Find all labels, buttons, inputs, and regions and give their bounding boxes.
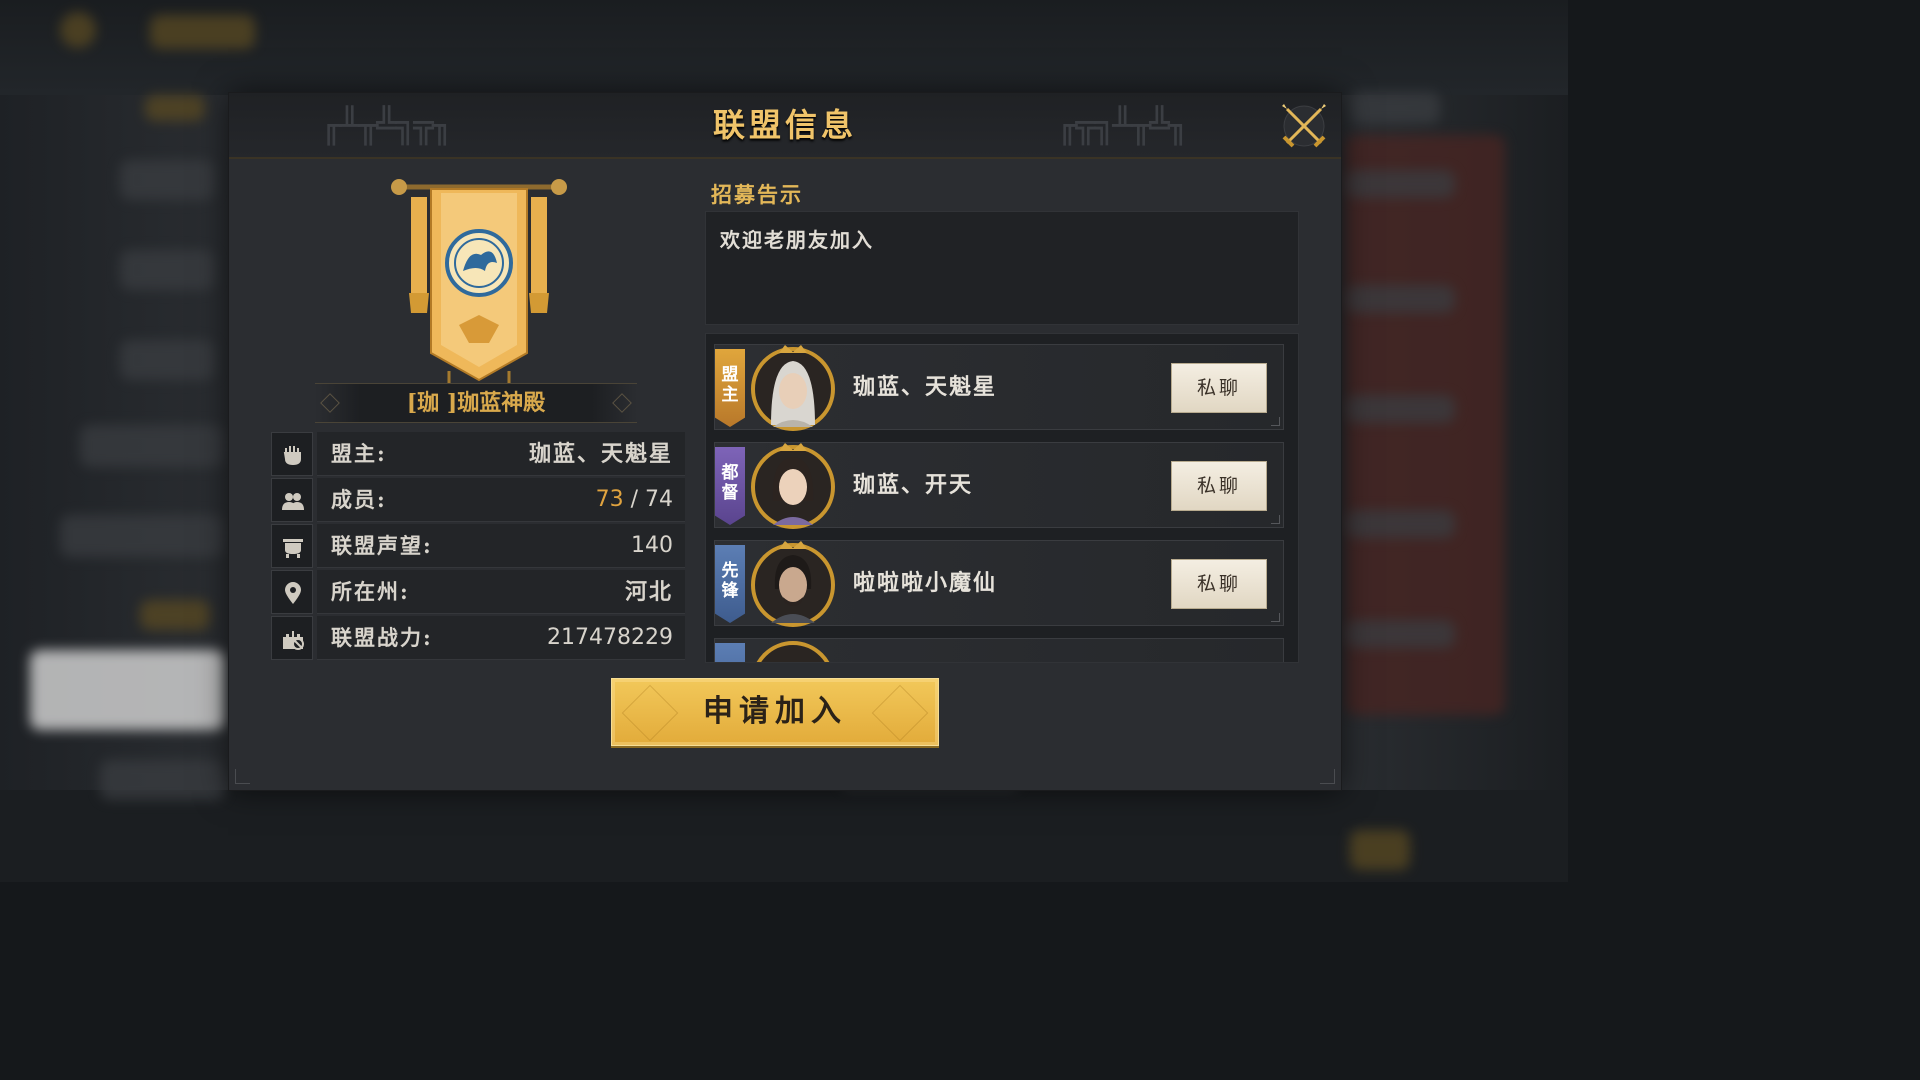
info-row-province: 所在州: 河北 xyxy=(271,570,685,614)
info-row-power: 联盟战力: 217478229 xyxy=(271,616,685,660)
member-name: 珈蓝、天魁星 xyxy=(853,374,998,400)
private-chat-button[interactable]: 私聊 xyxy=(1171,363,1267,413)
background-blur-shape xyxy=(150,15,255,49)
leader-label: 盟主: xyxy=(331,441,387,466)
cauldron-icon xyxy=(271,524,313,568)
info-body: 联盟战力: 217478229 xyxy=(317,616,685,660)
alliance-name-plate: [珈 ]珈蓝神殿 xyxy=(315,383,637,423)
crossed-swords-close-icon xyxy=(1282,104,1326,148)
member-count: 73 / 74 xyxy=(596,478,673,522)
dialog-corner-ornament xyxy=(235,769,250,784)
row-corner-ornament xyxy=(1271,613,1280,622)
background-blur-shape xyxy=(80,425,225,467)
background-blur-shape xyxy=(1345,170,1455,198)
members-icon xyxy=(271,478,313,522)
private-chat-button[interactable]: 私聊 xyxy=(1171,559,1267,609)
alliance-name: [珈 ]珈蓝神殿 xyxy=(406,390,546,416)
member-count-separator: / xyxy=(623,487,645,512)
member-name: 珈蓝、开天 xyxy=(853,472,974,498)
member-row: 先锋 啦啦啦小魔仙 私聊 xyxy=(714,539,1284,627)
province-value: 河北 xyxy=(624,579,673,605)
background-bottom-bar xyxy=(0,790,1568,882)
recruit-notice-box: 欢迎老朋友加入 xyxy=(705,211,1299,325)
title-bar: ╓╨╥╩╗╦╖ ╓╦╗╨╥╩╖ 联盟信息 xyxy=(229,93,1341,159)
background-blur-shape xyxy=(145,95,205,121)
background-blur-shape xyxy=(60,12,96,48)
background-blur-shape xyxy=(100,760,225,800)
background-blur-shape xyxy=(60,515,225,557)
location-pin-icon xyxy=(271,570,313,614)
info-body: 成员: 73 / 74 xyxy=(317,478,685,522)
background-blur-shape xyxy=(1345,620,1455,648)
member-avatar xyxy=(749,343,837,431)
rank-tag-vanguard: 先锋 xyxy=(715,545,745,623)
member-row: 盟主 珈蓝、天魁星 私聊 xyxy=(714,343,1284,431)
info-row-prestige: 联盟声望: 140 xyxy=(271,524,685,568)
background-blur-shape xyxy=(1350,830,1410,870)
rank-tag-commander: 都督 xyxy=(715,447,745,525)
row-corner-ornament xyxy=(1271,417,1280,426)
background-blur-shape xyxy=(30,650,225,730)
power-value: 217478229 xyxy=(547,625,673,650)
member-avatar xyxy=(749,637,837,662)
close-button[interactable] xyxy=(1279,101,1329,151)
leader-value: 珈蓝、天魁星 xyxy=(528,441,673,467)
alliance-info-dialog: ╓╨╥╩╗╦╖ ╓╦╗╨╥╩╖ 联盟信息 [珈]珈蓝神殿 盟主: 珈蓝、天魁星… xyxy=(228,92,1342,791)
power-label: 联盟战力: xyxy=(331,625,433,650)
info-body: 所在州: 河北 xyxy=(317,570,685,614)
member-count-max: 74 xyxy=(645,487,673,512)
info-body: 盟主: 珈蓝、天魁星 xyxy=(317,432,685,476)
province-label: 所在州: xyxy=(331,579,410,604)
background-blur-shape xyxy=(1345,285,1455,313)
hand-icon xyxy=(271,432,313,476)
background-blur-shape xyxy=(140,600,210,630)
recruit-notice-text: 欢迎老朋友加入 xyxy=(720,228,874,252)
fortress-icon xyxy=(271,616,313,660)
info-body: 联盟声望: 140 xyxy=(317,524,685,568)
background-blur-shape xyxy=(1345,510,1455,538)
background-blur-shape xyxy=(120,250,215,290)
member-row: 都督 珈蓝、开天 私聊 xyxy=(714,441,1284,529)
member-avatar xyxy=(749,441,837,529)
apply-join-button[interactable]: 申请加入 xyxy=(611,678,939,746)
alliance-banner xyxy=(389,175,569,390)
member-avatar xyxy=(749,539,837,627)
info-row-leader: 盟主: 珈蓝、天魁星 xyxy=(271,432,685,476)
info-row-members: 成员: 73 / 74 xyxy=(271,478,685,522)
background-blur-shape xyxy=(1350,92,1440,124)
background-blur-shape xyxy=(120,340,215,380)
member-count-current: 73 xyxy=(595,487,624,512)
rank-tag-leader: 盟主 xyxy=(715,349,745,427)
prestige-value: 140 xyxy=(631,533,673,558)
apply-join-label: 申请加入 xyxy=(703,694,847,729)
background-blur-shape xyxy=(120,160,215,200)
private-chat-button[interactable]: 私聊 xyxy=(1171,461,1267,511)
row-corner-ornament xyxy=(1271,515,1280,524)
dialog-title: 联盟信息 xyxy=(712,106,857,144)
member-list[interactable]: 盟主 珈蓝、天魁星 私聊 都督 珈蓝、开天 私聊 先锋 啦啦啦小魔仙 私聊 xyxy=(705,333,1299,663)
member-row-partial xyxy=(714,637,1284,662)
members-label: 成员: xyxy=(331,487,387,512)
rank-tag xyxy=(715,643,745,662)
alliance-info-table: 盟主: 珈蓝、天魁星 成员: 73 / 74 联盟声望: 140 所在州: 河北… xyxy=(271,432,685,662)
dialog-corner-ornament xyxy=(1320,769,1335,784)
prestige-label: 联盟声望: xyxy=(331,533,433,558)
background-blur-shape xyxy=(1345,395,1455,423)
member-name: 啦啦啦小魔仙 xyxy=(853,570,998,596)
recruit-notice-title: 招募告示 xyxy=(711,182,803,207)
